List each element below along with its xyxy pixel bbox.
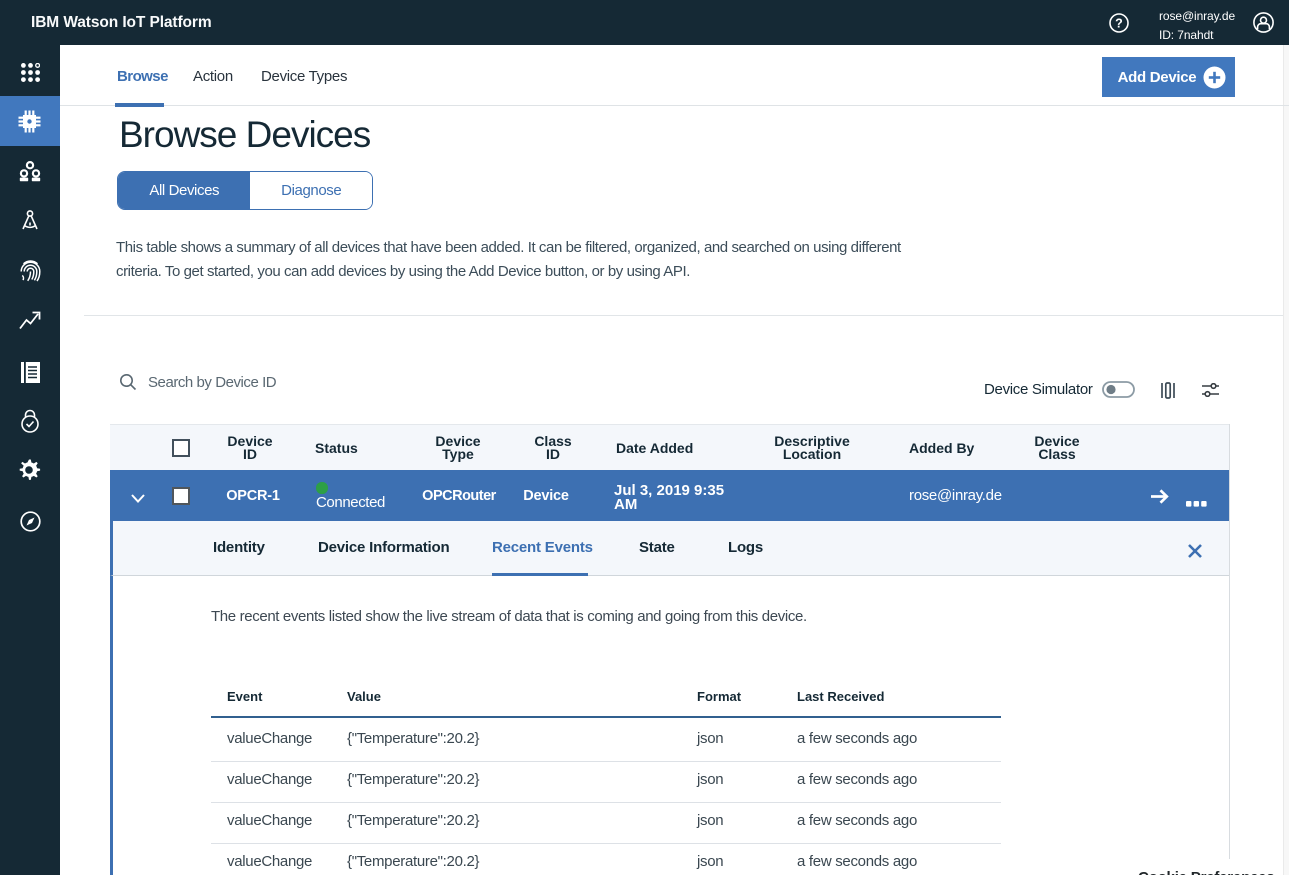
svg-text:?: ? [1115,16,1123,30]
